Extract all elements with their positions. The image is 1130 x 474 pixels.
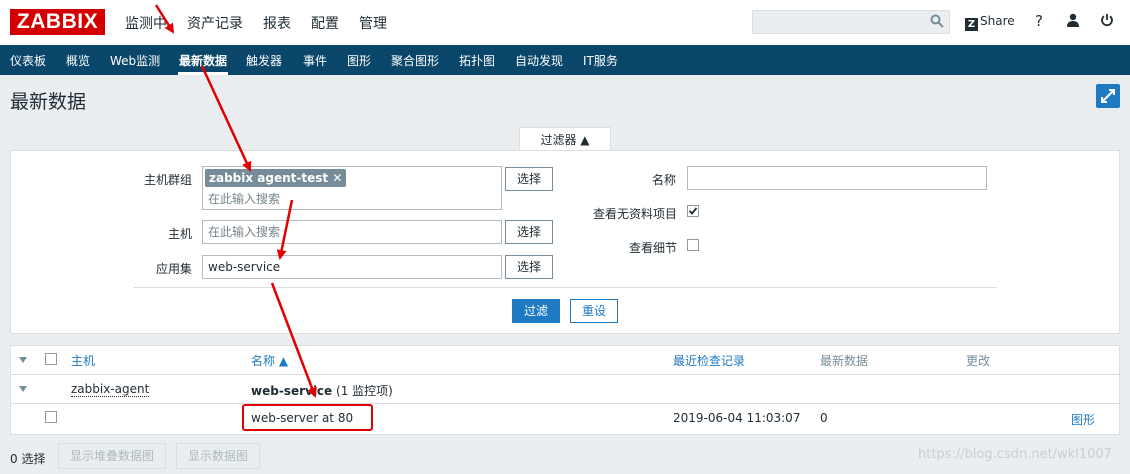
remove-tag-icon[interactable]: ✕ xyxy=(332,171,342,185)
nav-discovery[interactable]: 自动发现 xyxy=(515,52,563,69)
change-column-header: 更改 xyxy=(966,354,991,368)
collapse-all-icon[interactable] xyxy=(19,357,27,363)
watermark: https://blog.csdn.net/wkl1007 xyxy=(918,447,1112,462)
share-button[interactable]: Z Share xyxy=(965,14,1015,31)
search-input[interactable] xyxy=(752,10,950,34)
filter-tab[interactable]: 过滤器 ▲ xyxy=(519,127,611,151)
reset-filter-button[interactable]: 重设 xyxy=(570,299,618,323)
item-last-value: 0 xyxy=(820,411,828,425)
host-group-label: 主机群组 xyxy=(144,173,193,187)
menu-configuration[interactable]: 配置 xyxy=(311,13,339,33)
host-group-search-input[interactable]: 在此输入搜索 xyxy=(208,190,280,207)
apply-filter-button[interactable]: 过滤 xyxy=(512,299,560,323)
host-search-input[interactable]: 在此输入搜索 xyxy=(202,220,502,244)
nav-it-services[interactable]: IT服务 xyxy=(583,52,618,69)
select-all-checkbox[interactable] xyxy=(45,353,57,365)
sub-navigation: 仪表板 概览 Web监测 最新数据 触发器 事件 图形 聚合图形 拓扑图 自动发… xyxy=(0,45,1130,75)
header-divider xyxy=(11,374,1119,375)
show-no-data-checkbox[interactable] xyxy=(687,205,699,217)
nav-active-indicator xyxy=(178,72,228,75)
application-item-count: (1 监控项) xyxy=(336,384,393,398)
item-last-check: 2019-06-04 11:03:07 xyxy=(673,411,801,425)
group-divider xyxy=(11,403,1119,404)
application-label: 应用集 xyxy=(156,262,193,276)
nav-web[interactable]: Web监测 xyxy=(110,52,160,69)
nav-latest-data[interactable]: 最新数据 xyxy=(179,52,227,69)
nav-overview[interactable]: 概览 xyxy=(66,52,90,69)
zabbix-logo[interactable]: ZABBIX xyxy=(10,9,105,35)
power-icon[interactable] xyxy=(1100,13,1114,27)
checkmark-icon xyxy=(688,207,698,215)
fullscreen-icon xyxy=(1101,89,1115,103)
application-input[interactable]: web-service xyxy=(202,255,502,279)
nav-screens[interactable]: 聚合图形 xyxy=(391,52,439,69)
name-input[interactable] xyxy=(687,166,987,190)
show-details-label: 查看细节 xyxy=(629,241,678,255)
user-icon[interactable] xyxy=(1066,13,1080,27)
last-check-column-header[interactable]: 最近检查记录 xyxy=(673,352,745,369)
group-host-name[interactable]: zabbix-agent xyxy=(71,382,150,397)
host-group-tag[interactable]: zabbix agent-test ✕ xyxy=(205,169,347,187)
item-checkbox[interactable] xyxy=(45,411,57,423)
menu-reports[interactable]: 报表 xyxy=(263,13,291,33)
nav-graphs[interactable]: 图形 xyxy=(347,52,371,69)
filter-divider xyxy=(133,287,997,288)
menu-administration[interactable]: 管理 xyxy=(359,13,387,33)
show-no-data-label: 查看无资料项目 xyxy=(593,207,678,221)
host-group-tag-label: zabbix agent-test xyxy=(209,171,329,185)
item-graph-link[interactable]: 图形 xyxy=(1071,411,1095,428)
fullscreen-button[interactable] xyxy=(1096,84,1120,108)
menu-inventory[interactable]: 资产记录 xyxy=(187,13,243,33)
application-select-button[interactable]: 选择 xyxy=(505,255,553,279)
nav-maps[interactable]: 拓扑图 xyxy=(459,52,495,69)
nav-dashboard[interactable]: 仪表板 xyxy=(10,52,46,69)
host-label: 主机 xyxy=(168,227,193,241)
last-value-column-header: 最新数据 xyxy=(820,354,869,368)
application-name: web-service xyxy=(251,384,333,398)
name-column-header[interactable]: 名称 ▲ xyxy=(251,352,288,369)
latest-data-table xyxy=(10,345,1120,435)
collapse-group-icon[interactable] xyxy=(19,386,27,392)
help-icon[interactable]: ? xyxy=(1035,12,1043,30)
share-icon: Z xyxy=(965,18,978,31)
show-details-checkbox[interactable] xyxy=(687,239,699,251)
annotation-highlight-box xyxy=(242,404,373,431)
top-bar: ZABBIX 监测中 资产记录 报表 配置 管理 Z Share ? xyxy=(0,0,1130,45)
host-column-header[interactable]: 主机 xyxy=(71,352,95,369)
host-group-select-button[interactable]: 选择 xyxy=(505,167,553,191)
host-select-button[interactable]: 选择 xyxy=(505,220,553,244)
selected-count: 0 选择 xyxy=(10,452,46,466)
nav-events[interactable]: 事件 xyxy=(303,52,327,69)
application-group-label: web-service (1 监控项) xyxy=(251,382,393,399)
stacked-graph-button[interactable]: 显示堆叠数据图 xyxy=(58,443,166,469)
menu-monitoring[interactable]: 监测中 xyxy=(125,13,167,33)
graph-button[interactable]: 显示数据图 xyxy=(176,443,260,469)
page-title: 最新数据 xyxy=(10,91,87,113)
search-icon[interactable] xyxy=(930,14,944,28)
name-label: 名称 xyxy=(652,173,677,187)
share-label: Share xyxy=(980,14,1015,28)
nav-triggers[interactable]: 触发器 xyxy=(246,52,282,69)
